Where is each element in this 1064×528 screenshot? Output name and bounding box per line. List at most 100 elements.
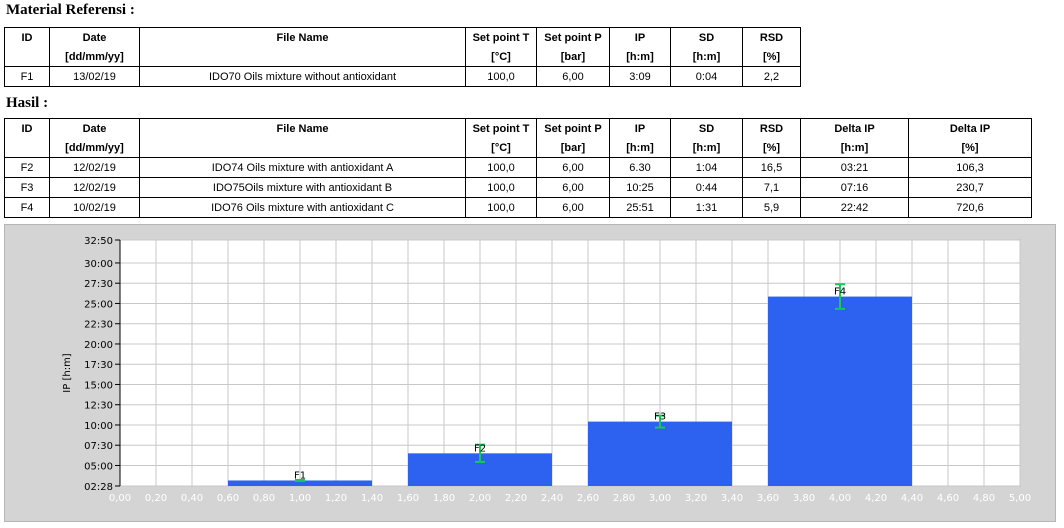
col-unit: [h:m] (670, 47, 743, 67)
bar-label-f1: F1 (294, 470, 306, 481)
table-cell: 0:04 (670, 66, 743, 87)
x-tick-label: 2,60 (577, 493, 599, 504)
table-cell: 25:51 (609, 197, 671, 218)
y-tick-label: 07:30 (84, 441, 113, 452)
x-tick-label: 0,60 (217, 493, 239, 504)
table-row: F1 13/02/19 IDO70 Oils mixture without a… (4, 66, 801, 87)
x-tick-label: 1,60 (397, 493, 419, 504)
y-tick-label: 22:30 (84, 320, 113, 331)
y-axis-label: IP [h:m] (62, 353, 73, 393)
col-unit: [°C] (465, 47, 537, 67)
col-unit: [bar] (536, 47, 610, 67)
x-tick-label: 3,20 (685, 493, 707, 504)
col-header: ID (4, 118, 50, 138)
x-tick-label: 1,00 (289, 493, 311, 504)
x-tick-label: 3,40 (721, 493, 743, 504)
x-tick-label: 0,80 (253, 493, 275, 504)
table-cell: 7,1 (742, 177, 801, 198)
col-unit (139, 138, 466, 158)
table-cell: IDO76 Oils mixture with antioxidant C (139, 197, 466, 218)
ip-bar-chart: 02:28 05:00 07:30 10:00 12:30 15:00 17:30 20:00… (62, 236, 1031, 504)
col-header: Set point T (465, 118, 537, 138)
table-cell: 13/02/19 (49, 66, 140, 87)
col-unit: [%] (742, 47, 801, 67)
x-tick-label: 0,00 (109, 493, 131, 504)
x-tick-label: 3,80 (793, 493, 815, 504)
table-cell: 720,6 (908, 197, 1032, 218)
col-unit: [%] (742, 138, 801, 158)
x-tick-label: 2,20 (505, 493, 527, 504)
col-unit (4, 138, 50, 158)
y-tick-label: 05:00 (84, 461, 113, 472)
x-tick-label: 2,00 (469, 493, 491, 504)
table-cell: F2 (4, 157, 50, 178)
x-tick-label: 3,00 (649, 493, 671, 504)
x-tick-label: 4,80 (973, 493, 995, 504)
x-tick-label: 1,40 (361, 493, 383, 504)
col-unit: [°C] (465, 138, 537, 158)
y-tick-label: 20:00 (84, 340, 113, 351)
bar-f3 (588, 421, 732, 486)
y-tick-label: 12:30 (84, 401, 113, 412)
col-header: RSD (742, 118, 801, 138)
bar-label-f3: F3 (654, 412, 666, 423)
reference-table: ID Date File Name Set point T Set point … (4, 27, 801, 87)
table-cell: 10:25 (609, 177, 671, 198)
x-tick-label: 4,20 (865, 493, 887, 504)
table-cell: 5,9 (742, 197, 801, 218)
table-cell: 100,0 (465, 177, 537, 198)
ref-header-row: ID Date File Name Set point T Set point … (4, 27, 801, 47)
x-tick-label: 4,60 (937, 493, 959, 504)
col-header: Set point P (536, 27, 610, 47)
col-header: RSD (742, 27, 801, 47)
y-tick-label: 32:50 (84, 236, 113, 247)
table-cell: 6,00 (536, 197, 610, 218)
x-tick-label: 4,00 (829, 493, 851, 504)
col-unit: [dd/mm/yy] (49, 47, 140, 67)
table-cell: 6,00 (536, 177, 610, 198)
table-cell: 100,0 (465, 197, 537, 218)
col-unit: [bar] (536, 138, 610, 158)
ref-units-row: [dd/mm/yy] [°C] [bar] [h:m] [h:m] [%] (4, 47, 801, 67)
x-tick-label: 4,40 (901, 493, 923, 504)
table-cell: 1:31 (670, 197, 743, 218)
table-cell: 6,00 (536, 66, 610, 87)
y-tick-label: 27:30 (84, 279, 113, 290)
col-header: SD (670, 27, 743, 47)
col-header: SD (670, 118, 743, 138)
table-cell: 2,2 (742, 66, 801, 87)
col-header: File Name (139, 118, 466, 138)
y-tick-label: 15:00 (84, 380, 113, 391)
col-unit: [%] (908, 138, 1032, 158)
bar-f4 (768, 296, 912, 486)
x-tick-label: 1,20 (325, 493, 347, 504)
table-cell: 03:21 (800, 157, 909, 178)
x-tick-label: 1,80 (433, 493, 455, 504)
table-cell: F4 (4, 197, 50, 218)
table-cell: IDO74 Oils mixture with antioxidant A (139, 157, 466, 178)
col-header: Set point T (465, 27, 537, 47)
x-tick-label: 2,40 (541, 493, 563, 504)
table-cell: F1 (4, 66, 50, 87)
table-cell: 10/02/19 (49, 197, 140, 218)
table-cell: 07:16 (800, 177, 909, 198)
table-cell: IDO70 Oils mixture without antioxidant (139, 66, 466, 87)
col-unit: [dd/mm/yy] (49, 138, 140, 158)
col-header: Set point P (536, 118, 610, 138)
bar-label-f2: F2 (474, 443, 486, 454)
y-tick-label: 02:28 (84, 482, 113, 493)
hasil-section-title: Hasil : (6, 95, 49, 111)
table-row: F4 10/02/19 IDO76 Oils mixture with anti… (4, 197, 1032, 218)
ref-section-title: Material Referensi : (6, 2, 135, 18)
y-tick-label: 30:00 (84, 259, 113, 270)
bar-label-f4: F4 (834, 287, 846, 298)
results-header-row: ID Date File Name Set point T Set point … (4, 118, 1032, 138)
y-tick-label: 25:00 (84, 299, 113, 310)
table-cell: 12/02/19 (49, 157, 140, 178)
col-unit: [h:m] (609, 138, 671, 158)
x-tick-label: 2,80 (613, 493, 635, 504)
table-cell: 3:09 (609, 66, 671, 87)
col-header: File Name (139, 27, 466, 47)
col-header: Date (49, 27, 140, 47)
col-unit: [h:m] (609, 47, 671, 67)
